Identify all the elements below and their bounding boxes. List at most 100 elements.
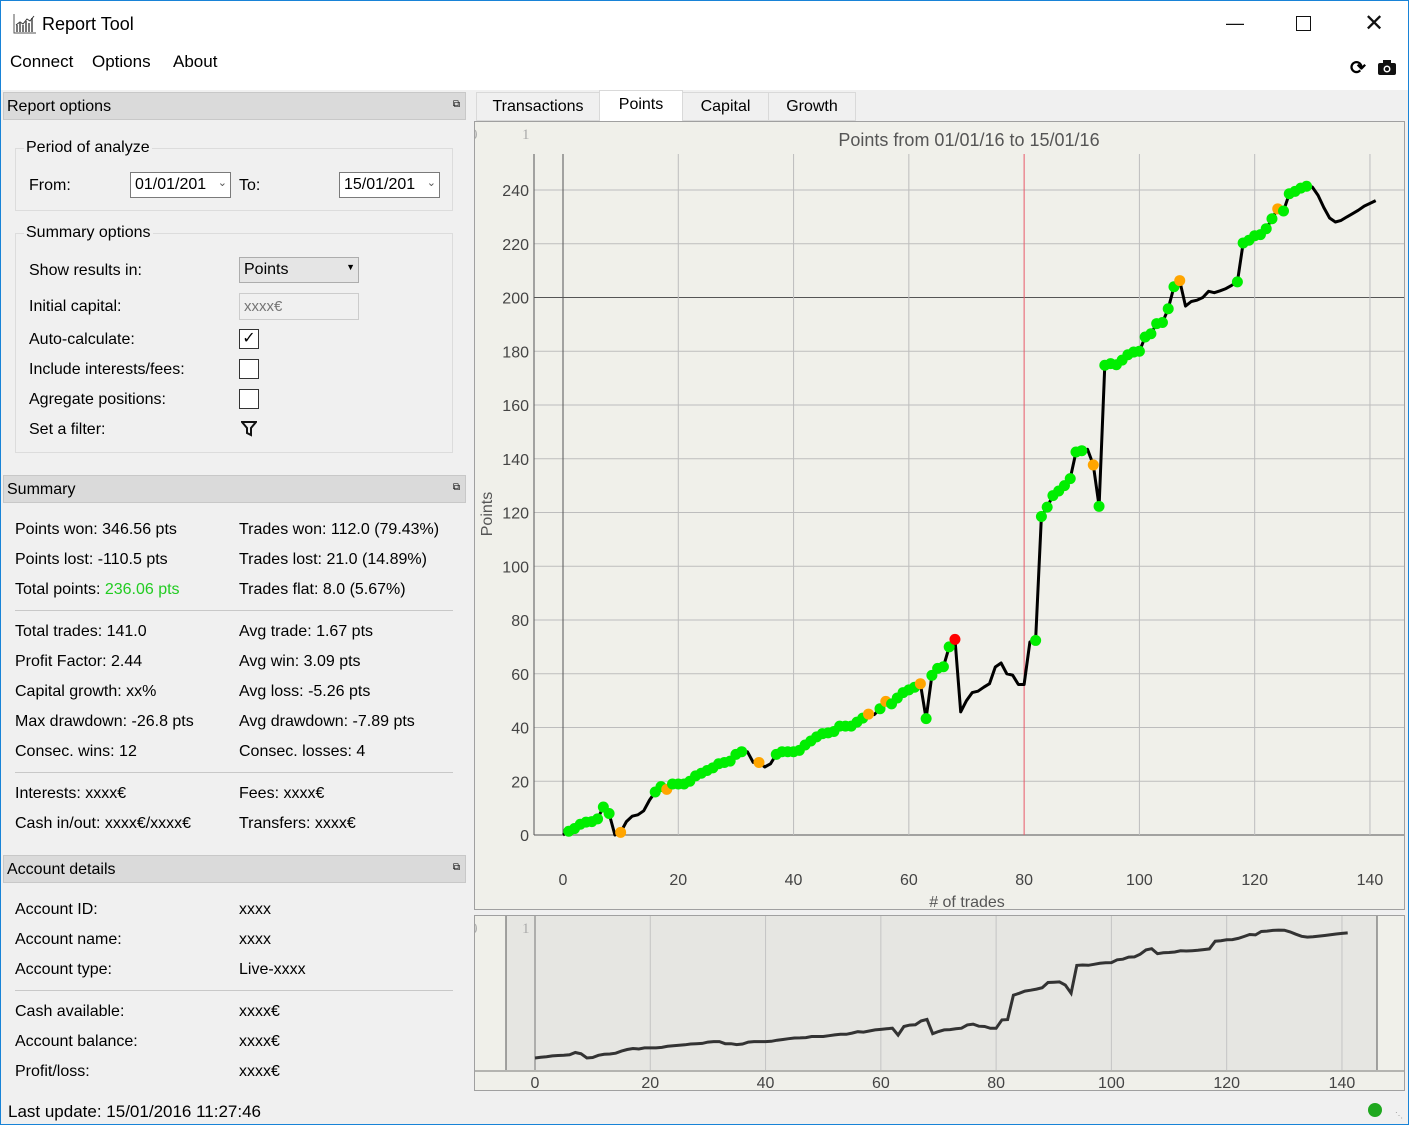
interests-checkbox[interactable] [239,359,259,379]
float-icon[interactable]: ⧉ [453,99,460,110]
maximize-icon [1295,16,1311,31]
x-tick-label: 140 [1357,872,1384,889]
dropdown-arrow-icon: ▼ [346,262,355,272]
account-row-label: Profit/loss: [15,1063,90,1080]
winning-trade-point [1076,445,1088,457]
total-points: Total points: 236.06 pts [15,581,180,599]
show-results-label: Show results in: [29,262,142,279]
total-points-value: 236.06 pts [104,581,180,598]
auto-calc-checkbox[interactable]: ✓ [239,329,259,349]
corner-label: 0 [475,921,478,937]
y-tick-label: 140 [502,452,529,469]
menu-connect[interactable]: Connect [10,52,73,72]
tab-transactions[interactable]: Transactions [476,92,600,121]
menu-about[interactable]: About [173,52,217,72]
x-tick-label: 140 [1329,1075,1356,1090]
corner-label: 0 [475,127,478,143]
from-date-value: 01/01/201 [135,176,207,193]
resize-grip-icon[interactable]: ⋱ [1395,1111,1403,1120]
account-row-value: xxxx€ [239,1003,280,1020]
maximize-button[interactable] [1280,1,1326,46]
winning-trade-point [920,713,932,725]
float-icon[interactable]: ⧉ [453,482,460,493]
winning-trade-point [1231,276,1243,288]
tab-growth[interactable]: Growth [768,92,856,121]
from-date-picker[interactable]: 01/01/201 ⌄ [130,172,231,198]
y-tick-label: 160 [502,398,529,415]
winning-trade-point [1266,213,1278,225]
trades-lost: Trades lost: 21.0 (14.89%) [239,551,427,568]
tab-capital[interactable]: Capital [682,92,769,121]
initial-capital-label: Initial capital: [29,298,122,315]
x-tick-label: 40 [785,872,803,889]
interests-label: Include interests/fees: [29,361,185,378]
y-tick-label: 20 [511,774,529,791]
total-points-label: Total points: [15,581,105,598]
window-title: Report Tool [42,14,134,34]
menu-options[interactable]: Options [92,52,151,72]
winning-trade-point [1301,180,1313,192]
chart-title: Points from 01/01/16 to 15/01/16 [838,130,1099,150]
losing-trade-point [615,826,627,838]
avg-drawdown: Avg drawdown: -7.89 pts [239,713,415,730]
auto-calc-label: Auto-calculate: [29,331,135,348]
losing-trade-point [914,678,926,690]
account-row-label: Cash available: [15,1003,125,1020]
float-icon[interactable]: ⧉ [453,862,460,873]
transfers: Transfers: xxxx€ [239,815,356,832]
points-lost: Points lost: -110.5 pts [15,551,168,568]
from-label: From: [29,177,71,194]
initial-capital-input[interactable] [239,293,359,320]
summary-options-title: Summary options [24,224,153,242]
account-details-header: Account details ⧉ [3,855,466,883]
to-date-picker[interactable]: 15/01/201 ⌄ [339,172,440,198]
overview-chart[interactable]: 0 20 40 60 80 100 120 140 0 1 [474,915,1405,1091]
profit-factor: Profit Factor: 2.44 [15,653,143,670]
account-row-label: Account ID: [15,901,98,918]
minimize-button[interactable]: — [1212,1,1258,46]
y-tick-label: 200 [502,291,529,308]
account-row-label: Account type: [15,961,112,978]
chevron-down-icon: ⌄ [426,177,436,189]
report-options-title: Report options [7,98,112,115]
winning-trade-point [1064,473,1076,485]
filter-icon[interactable] [241,421,257,437]
avg-win: Avg win: 3.09 pts [239,653,361,670]
winning-trade-point [1041,501,1053,513]
consec-losses: Consec. losses: 4 [239,743,366,760]
y-tick-label: 0 [520,828,529,845]
report-options-header: Report options ⧉ [3,92,466,120]
capital-growth: Capital growth: xx% [15,683,157,700]
show-results-select[interactable]: Points ▼ [239,257,359,283]
show-results-value: Points [244,261,289,278]
period-group-title: Period of analyze [24,139,152,157]
y-tick-label: 80 [511,613,529,630]
title-bar: Report Tool — ✕ [1,1,1408,46]
trades-won: Trades won: 112.0 (79.43%) [239,521,440,538]
account-row-value: Live-xxxx [239,961,306,978]
corner-label: 1 [522,127,530,143]
checkmark-icon: ✓ [242,330,256,347]
winning-trade-point [1035,511,1047,523]
x-tick-label: 80 [1015,872,1033,889]
close-icon: ✕ [1363,10,1385,37]
x-tick-label: 20 [669,872,687,889]
x-tick-label: 120 [1241,872,1268,889]
tab-points[interactable]: Points [599,90,683,121]
last-update: Last update: 15/01/2016 11:27:46 [8,1102,262,1121]
winning-trade-point [603,808,615,819]
y-tick-label: 60 [511,667,529,684]
winning-trade-point [1162,303,1174,315]
x-tick-label: 60 [872,1075,890,1090]
avg-loss: Avg loss: -5.26 pts [239,683,371,700]
losing-trade-point [1174,275,1186,287]
close-button[interactable]: ✕ [1351,1,1397,46]
app-window: Report Tool — ✕ Connect Options About ⟳ … [0,0,1409,1125]
aggregate-checkbox[interactable] [239,389,259,409]
main-chart[interactable]: 0 20 40 60 80 100 120 140 160 180 200 220 240 0 20 40 60… [474,121,1405,910]
losing-trade-point [753,756,765,768]
refresh-icon[interactable]: ⟳ [1350,57,1366,80]
x-tick-label: 60 [900,872,918,889]
points-chart-svg: 0204060801001201401601802002202400 20 40 60… [475,127,1404,909]
camera-icon[interactable] [1378,60,1396,75]
